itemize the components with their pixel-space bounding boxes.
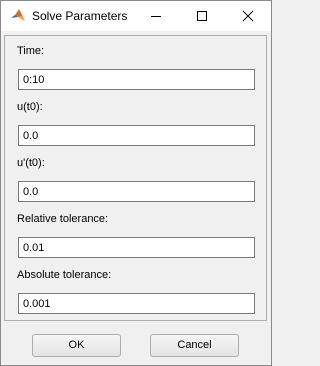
maximize-icon: [197, 11, 207, 21]
close-icon: [242, 10, 254, 22]
matlab-logo-icon: [10, 8, 26, 24]
maximize-button[interactable]: [179, 1, 225, 31]
window-title: Solve Parameters: [32, 9, 128, 23]
relative-tolerance-label: Relative tolerance:: [17, 213, 109, 225]
close-button[interactable]: [225, 1, 271, 31]
time-input[interactable]: [18, 69, 255, 90]
parameters-panel: Time: u(t0): u'(t0): Relative tolerance:…: [4, 35, 267, 321]
time-label: Time:: [17, 45, 45, 57]
absolute-tolerance-label: Absolute tolerance:: [17, 269, 112, 281]
ok-button[interactable]: OK: [32, 334, 121, 357]
title-bar[interactable]: Solve Parameters: [1, 1, 271, 31]
button-bar: OK Cancel: [1, 321, 271, 365]
minimize-button[interactable]: [133, 1, 179, 31]
relative-tolerance-input[interactable]: [18, 237, 255, 258]
minimize-icon: [151, 16, 161, 17]
u-t0-input[interactable]: [18, 125, 255, 146]
u-prime-t0-label: u'(t0):: [17, 157, 45, 169]
solve-parameters-dialog: Solve Parameters Time: u(t0): u'(t0): Re…: [0, 0, 272, 366]
u-prime-t0-input[interactable]: [18, 181, 255, 202]
u-t0-label: u(t0):: [17, 101, 43, 113]
absolute-tolerance-input[interactable]: [18, 293, 255, 314]
cancel-button[interactable]: Cancel: [150, 334, 239, 357]
